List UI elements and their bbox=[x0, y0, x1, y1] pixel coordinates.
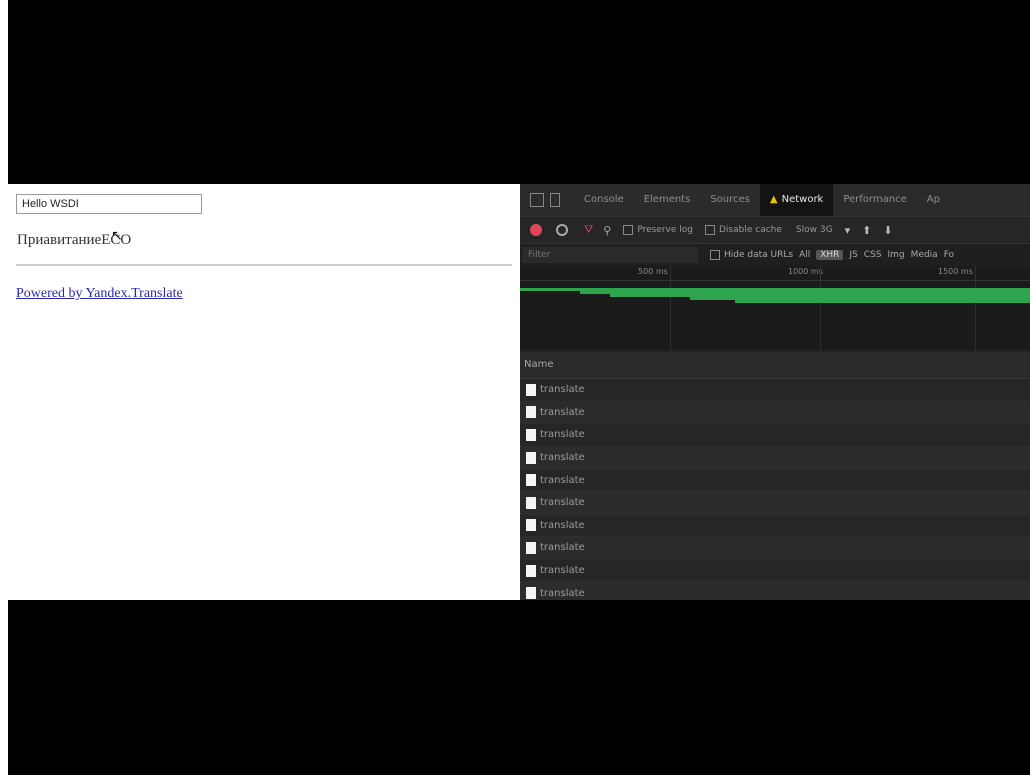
export-har-icon[interactable]: ⬇ bbox=[883, 224, 892, 237]
throttle-select[interactable]: Slow 3G bbox=[796, 225, 833, 235]
request-row[interactable]: translate bbox=[520, 582, 1030, 600]
timeline-gridline bbox=[975, 266, 976, 350]
warning-icon: ▲ bbox=[769, 194, 778, 205]
timeline-gridline bbox=[670, 266, 671, 350]
document-icon bbox=[526, 564, 536, 577]
request-name: translate bbox=[540, 406, 585, 418]
record-icon[interactable] bbox=[530, 224, 542, 236]
filter-type-all[interactable]: All bbox=[799, 250, 810, 260]
document-icon bbox=[526, 587, 536, 600]
hide-data-urls-checkbox[interactable] bbox=[710, 250, 720, 260]
document-icon bbox=[526, 428, 536, 441]
request-row[interactable]: translate bbox=[520, 514, 1030, 538]
request-name: translate bbox=[540, 497, 585, 509]
timeline-gridline bbox=[820, 266, 821, 350]
request-row[interactable]: translate bbox=[520, 491, 1030, 515]
hide-data-urls-label: Hide data URLs bbox=[724, 250, 794, 260]
browser-frame: ПриавитаниеЕСO ↖ Powered by Yandex.Trans… bbox=[8, 184, 1030, 600]
request-row[interactable]: translate bbox=[520, 446, 1030, 470]
tab-network-label: Network bbox=[781, 194, 824, 205]
request-name: translate bbox=[540, 565, 585, 577]
tab-application[interactable]: Ap bbox=[917, 184, 950, 216]
timeline-tick: 500 ms bbox=[638, 267, 668, 276]
network-toolbar: ⛛ ⚲ Preserve log Disable cache Slow 3G ▾… bbox=[520, 216, 1030, 243]
request-row[interactable]: translate bbox=[520, 559, 1030, 583]
disable-cache-checkbox[interactable] bbox=[705, 225, 715, 235]
request-name: translate bbox=[540, 384, 585, 396]
filter-type-media[interactable]: Media bbox=[911, 250, 938, 260]
tab-sources[interactable]: Sources bbox=[700, 184, 760, 216]
filter-icon[interactable]: ⛛ bbox=[584, 223, 593, 237]
document-icon bbox=[526, 451, 536, 464]
request-name: translate bbox=[540, 587, 585, 599]
waterfall-bar bbox=[735, 300, 1030, 303]
tab-performance[interactable]: Performance bbox=[833, 184, 916, 216]
left-edge bbox=[0, 0, 8, 775]
inspect-element-icon[interactable] bbox=[530, 193, 544, 207]
request-name: translate bbox=[540, 519, 585, 531]
page-viewport: ПриавитаниеЕСO ↖ Powered by Yandex.Trans… bbox=[8, 184, 520, 600]
tab-network[interactable]: ▲ Network bbox=[759, 184, 834, 216]
document-icon bbox=[526, 406, 536, 419]
request-row[interactable]: translate bbox=[520, 424, 1030, 447]
document-icon bbox=[526, 519, 536, 532]
chevron-down-icon[interactable]: ▾ bbox=[845, 224, 851, 237]
filter-type-xhr[interactable]: XHR bbox=[816, 250, 844, 260]
document-icon bbox=[526, 474, 536, 487]
filter-type-js[interactable]: JS bbox=[849, 250, 857, 260]
tab-console[interactable]: Console bbox=[574, 184, 634, 216]
divider bbox=[16, 264, 512, 266]
tab-elements[interactable]: Elements bbox=[634, 184, 701, 216]
request-name: translate bbox=[540, 542, 585, 554]
request-name: translate bbox=[540, 452, 585, 464]
preserve-log-checkbox[interactable] bbox=[623, 225, 634, 235]
filter-input[interactable]: Filter bbox=[522, 247, 698, 263]
request-row[interactable]: translate bbox=[520, 537, 1030, 560]
import-har-icon[interactable]: ⬆ bbox=[862, 224, 871, 237]
clear-icon[interactable] bbox=[556, 224, 568, 236]
mouse-cursor-icon: ↖ bbox=[111, 228, 123, 244]
document-icon bbox=[526, 383, 536, 396]
timeline-tick: 1500 ms bbox=[938, 267, 973, 276]
timeline-tick: 1000 ms bbox=[788, 267, 823, 276]
request-list-header: Name bbox=[520, 352, 1030, 379]
device-toolbar-icon[interactable] bbox=[550, 193, 560, 207]
document-icon bbox=[526, 541, 536, 554]
timeline-overview[interactable]: 500 ms 1000 ms 1500 ms bbox=[520, 266, 1030, 350]
timeline-ruler: 500 ms 1000 ms 1500 ms bbox=[520, 266, 1030, 281]
request-name: translate bbox=[540, 429, 585, 441]
request-row[interactable]: translate bbox=[520, 469, 1030, 492]
filter-type-img[interactable]: Img bbox=[888, 250, 905, 260]
request-row[interactable]: translate bbox=[520, 379, 1030, 402]
request-list: translate translate translate translate … bbox=[520, 379, 1030, 600]
column-name-header[interactable]: Name bbox=[524, 359, 554, 370]
search-icon[interactable]: ⚲ bbox=[603, 224, 611, 237]
request-row[interactable]: translate bbox=[520, 401, 1030, 425]
request-name: translate bbox=[540, 474, 585, 486]
preserve-log-label: Preserve log bbox=[637, 225, 693, 235]
devtools-panel: Console Elements Sources ▲ Network Perfor… bbox=[520, 184, 1030, 600]
text-to-translate-input[interactable] bbox=[16, 194, 202, 214]
disable-cache-label: Disable cache bbox=[719, 225, 782, 235]
filter-type-font[interactable]: Fo bbox=[944, 250, 954, 260]
filter-type-css[interactable]: CSS bbox=[864, 250, 882, 260]
devtools-tab-bar: Console Elements Sources ▲ Network Perfor… bbox=[520, 184, 1030, 216]
filter-bar: Filter Hide data URLs All XHR JS CSS Img… bbox=[520, 243, 1030, 266]
powered-by-link[interactable]: Powered by Yandex.Translate bbox=[16, 286, 183, 302]
document-icon bbox=[526, 496, 536, 509]
